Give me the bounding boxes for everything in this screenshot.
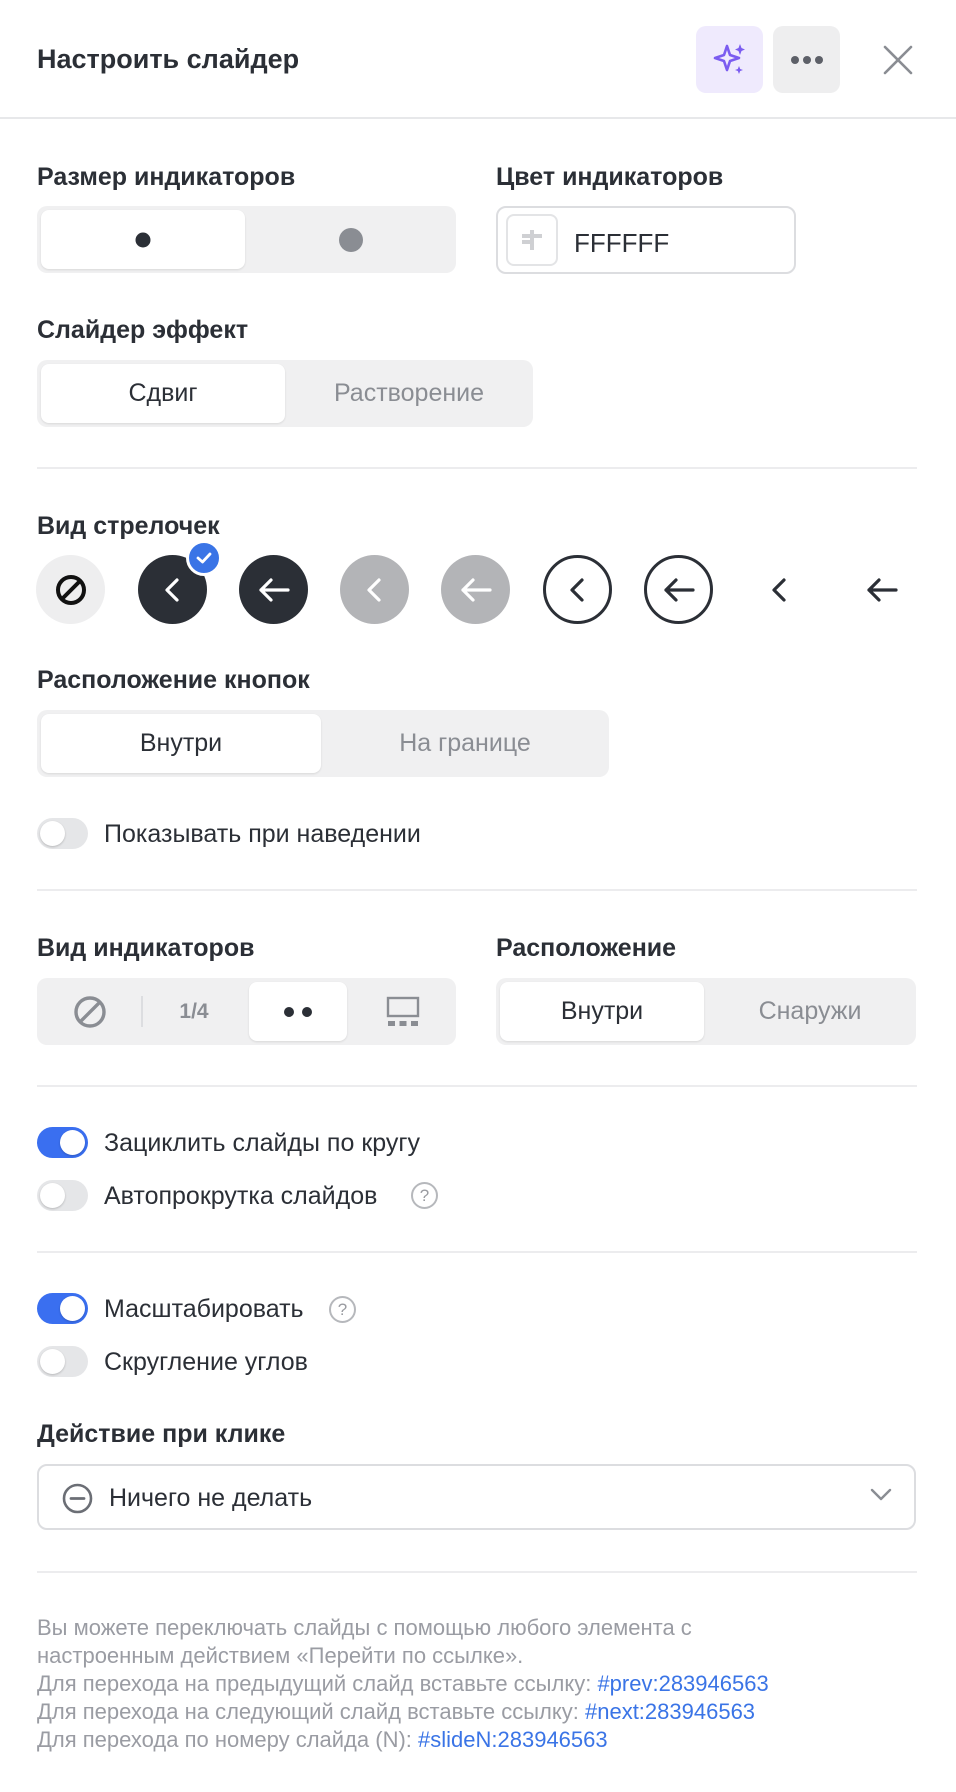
arrow-style-filled-gray-arrow[interactable] [441,555,510,624]
arrow-style-filled-dark-arrow[interactable] [239,555,308,624]
loop-toggle[interactable] [37,1127,88,1158]
next-link[interactable]: #next:283946563 [585,1699,755,1724]
arrow-style-outline-arrow[interactable] [644,555,713,624]
button-position-inside-option[interactable]: Внутри [41,714,321,773]
arrow-style-none[interactable] [36,555,105,624]
more-dots-icon [790,55,823,64]
rounded-corners-label: Скругление углов [104,1348,308,1376]
arrow-style-plain-arrow[interactable] [847,555,916,624]
scale-label: Масштабировать [104,1295,304,1323]
scale-help-icon[interactable]: ? [329,1296,356,1323]
close-button[interactable] [864,26,931,93]
click-action-value: Ничего не делать [109,1484,313,1512]
indicator-color-field[interactable]: FFFFFF [496,206,796,274]
indicator-color-value: FFFFFF [574,228,670,258]
chevron-left-icon [771,577,786,602]
prev-link[interactable]: #prev:283946563 [597,1671,768,1696]
arrow-left-icon [258,577,290,602]
arrow-style-filled-gray-chevron[interactable] [340,555,409,624]
chevron-left-icon [366,577,381,602]
slide-link[interactable]: #slideN:283946563 [418,1727,608,1752]
divider [37,1251,917,1253]
note-next-text: Для перехода на следующий слайд вставьте… [37,1699,585,1724]
autoplay-help-icon[interactable]: ? [411,1182,438,1209]
indicator-position-label: Расположение [496,934,677,962]
note-line: настроенным действием «Перейти по ссылке… [37,1643,524,1668]
divider [37,1571,917,1573]
more-button[interactable] [773,26,840,93]
indicator-size-label: Размер индикаторов [37,163,296,191]
large-dot-icon [338,227,363,252]
ai-button[interactable] [696,26,763,93]
chevron-left-icon [164,577,179,602]
button-position-border-option[interactable]: На границе [325,714,605,773]
button-position-label: Расположение кнопок [37,666,310,694]
close-icon [883,45,912,74]
note-slide-text: Для перехода по номеру слайда (N): [37,1727,419,1752]
note-prev-line: Для перехода на предыдущий слайд вставьт… [37,1671,917,1697]
indicator-size-switch [37,206,456,273]
indicator-type-fraction-option[interactable]: 1/4 [145,982,243,1041]
thumbnails-icon [386,996,419,1026]
note-slide-line: Для перехода по номеру слайда (N): #slid… [37,1727,917,1753]
slider-effect-label: Слайдер эффект [37,316,249,344]
divider [37,467,917,469]
arrow-left-icon [663,577,695,602]
autoplay-label: Автопрокрутка слайдов [104,1182,378,1210]
indicator-type-thumbnails-option[interactable] [353,982,452,1041]
sparkles-icon [713,43,745,74]
indicator-position-switch: Внутри Снаружи [496,978,916,1045]
loop-label: Зациклить слайды по кругу [104,1129,421,1157]
panel-title: Настроить слайдер [37,44,300,74]
effect-fade-option[interactable]: Растворение [289,364,529,423]
note-next-line: Для перехода на следующий слайд вставьте… [37,1699,917,1725]
arrow-style-outline-chevron[interactable] [543,555,612,624]
small-dot-icon [135,232,151,247]
show-on-hover-label: Показывать при наведении [104,820,421,848]
indicator-position-outside-option[interactable]: Снаружи [708,982,912,1041]
click-action-select[interactable]: Ничего не делать [37,1464,916,1530]
note-prev-text: Для перехода на предыдущий слайд вставьт… [37,1671,598,1696]
rounded-corners-toggle[interactable] [37,1346,88,1377]
divider [37,1085,917,1087]
dots-icon [284,1006,312,1017]
chevron-left-icon [569,577,584,602]
indicator-type-dots-option[interactable] [249,982,347,1041]
indicator-type-switch: 1/4 [37,978,456,1045]
pipette-icon [522,230,542,250]
no-symbol-icon [74,995,106,1028]
note-line: Вы можете переключать слайды с помощью л… [37,1615,692,1640]
no-symbol-icon [55,574,86,605]
arrow-left-icon [460,577,492,602]
selected-check-badge [186,540,222,576]
autoplay-toggle[interactable] [37,1180,88,1211]
minus-circle-icon [62,1483,93,1514]
indicator-type-none-option[interactable] [41,982,139,1041]
indicator-size-large-option[interactable] [249,210,452,269]
show-on-hover-toggle[interactable] [37,818,88,849]
indicator-size-small-option[interactable] [41,210,245,269]
panel-header: Настроить слайдер [0,0,956,119]
slider-effect-switch: Сдвиг Растворение [37,360,533,427]
indicator-color-label: Цвет индикаторов [496,163,724,191]
click-action-label: Действие при клике [37,1420,286,1448]
divider [37,889,917,891]
indicator-type-label: Вид индикаторов [37,934,255,962]
indicator-position-inside-option[interactable]: Внутри [500,982,704,1041]
arrow-style-label: Вид стрелочек [37,512,220,540]
segment-separator [141,996,143,1027]
effect-slide-option[interactable]: Сдвиг [41,364,285,423]
scale-toggle[interactable] [37,1293,88,1324]
arrow-left-icon [866,577,898,602]
color-swatch[interactable] [506,214,558,266]
chevron-down-icon [870,1488,892,1501]
arrow-style-plain-chevron[interactable] [745,555,814,624]
button-position-switch: Внутри На границе [37,710,609,777]
check-icon [196,552,212,564]
